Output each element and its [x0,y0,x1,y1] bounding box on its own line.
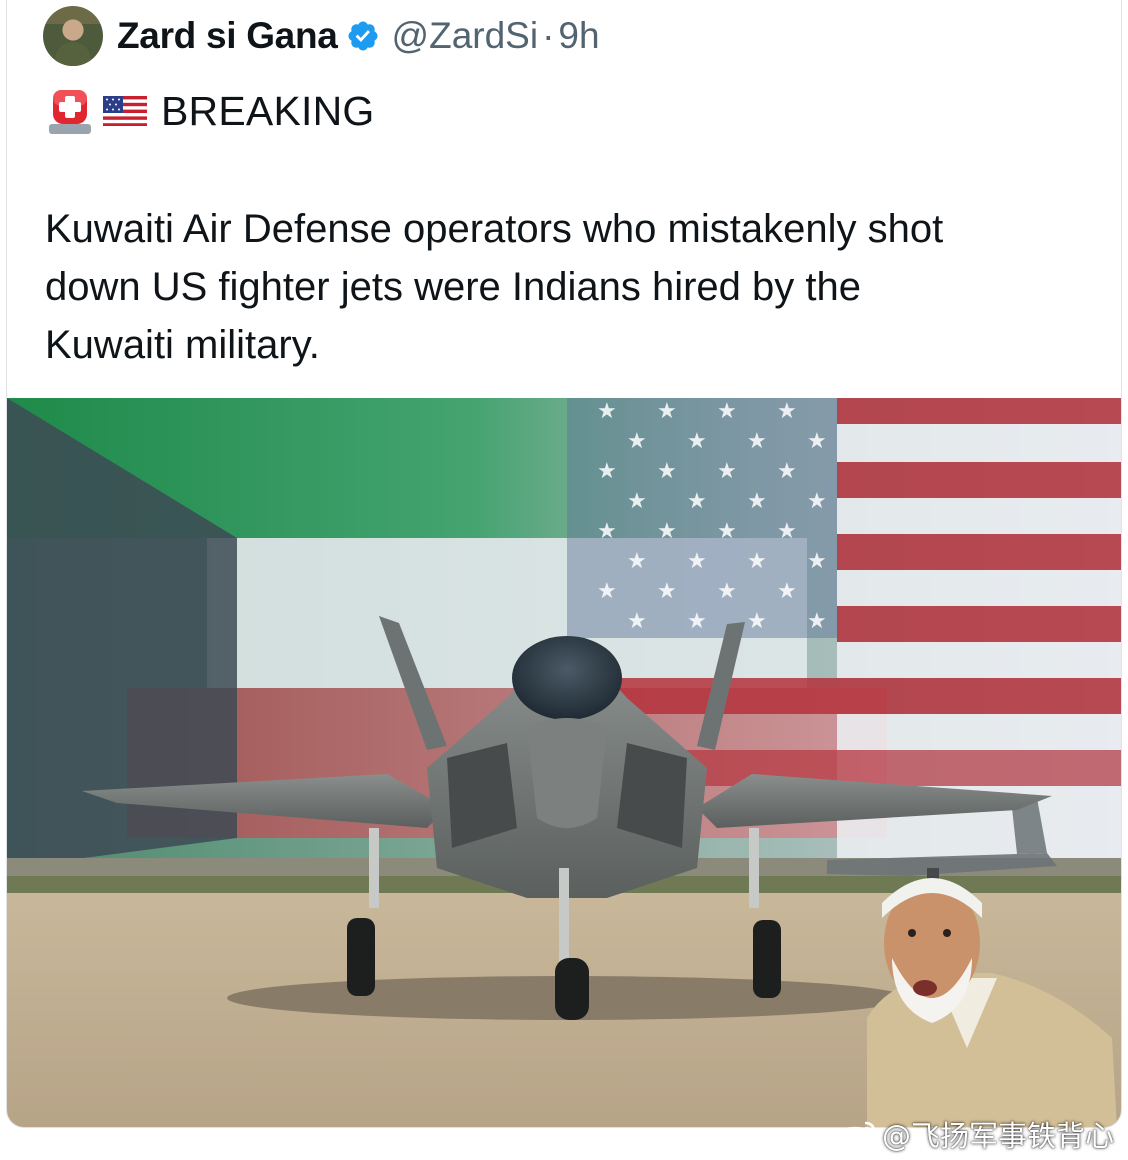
svg-text:★: ★ [807,429,827,454]
svg-text:★: ★ [627,609,647,634]
tweet-body-line: Kuwaiti military. [45,323,320,367]
svg-text:★: ★ [747,549,767,574]
tweet-body-line: down US fighter jets were Indians hired … [45,265,861,309]
svg-text:★: ★ [597,519,617,544]
svg-text:★: ★ [687,609,707,634]
svg-text:★: ★ [777,579,797,604]
svg-text:★: ★ [597,579,617,604]
svg-text:★: ★ [747,429,767,454]
breaking-line: BREAKING [47,86,375,136]
svg-text:★: ★ [717,399,737,424]
tweet-body-line: Kuwaiti Air Defense operators who mistak… [45,207,944,251]
author-info: Zard si Gana @ZardSi · 9h [117,15,600,57]
breaking-label: BREAKING [161,87,375,134]
svg-text:★: ★ [657,399,677,424]
svg-text:★: ★ [807,489,827,514]
us-flag-emoji-icon [103,96,147,126]
verified-badge-icon [348,21,378,51]
header-separator: · [542,15,555,56]
tweet-card[interactable]: Zard si Gana @ZardSi · 9h BREAKING Kuwai… [6,0,1122,1128]
svg-text:★: ★ [777,399,797,424]
rotating-light-emoji-icon [49,90,91,134]
tweet-header: Zard si Gana @ZardSi · 9h [43,4,600,68]
svg-text:★: ★ [687,489,707,514]
svg-text:★: ★ [687,429,707,454]
svg-text:★: ★ [717,579,737,604]
author-display-name[interactable]: Zard si Gana [117,15,338,57]
tweet-body: Kuwaiti Air Defense operators who mistak… [45,200,1105,374]
svg-text:★: ★ [687,549,707,574]
svg-text:★: ★ [777,519,797,544]
svg-text:★: ★ [657,579,677,604]
weibo-icon [838,1121,876,1150]
svg-text:★: ★ [747,489,767,514]
svg-text:★: ★ [627,429,647,454]
svg-text:★: ★ [717,519,737,544]
watermark-text: @飞扬军事铁背心 [882,1119,1115,1153]
svg-text:★: ★ [597,459,617,484]
svg-text:★: ★ [657,519,677,544]
tweet-media-image[interactable]: ★ ★ ★ ★ ★ ★ ★ ★ ★ ★ ★ ★ ★ ★ ★ ★ ★ ★ ★ ★ ★ ★ ★ ★ ★ ★ ★ ★ ★ ★ ★ ★ [7,398,1121,1127]
weibo-watermark: @飞扬军事铁背心 [838,1112,1114,1156]
media-illustration: ★ ★ ★ ★ ★ ★ ★ ★ ★ ★ ★ ★ ★ ★ ★ ★ ★ ★ ★ ★ ★ ★ ★ ★ ★ ★ ★ ★ ★ ★ ★ ★ [7,398,1121,1127]
svg-text:★: ★ [627,489,647,514]
author-handle[interactable]: @ZardSi [392,15,539,57]
svg-text:★: ★ [747,609,767,634]
author-avatar[interactable] [43,6,103,66]
svg-text:★: ★ [597,399,617,424]
post-time[interactable]: 9h [558,15,599,57]
svg-text:★: ★ [777,459,797,484]
svg-text:★: ★ [807,609,827,634]
svg-text:★: ★ [807,549,827,574]
svg-text:★: ★ [627,549,647,574]
svg-text:★: ★ [657,459,677,484]
svg-text:★: ★ [717,459,737,484]
